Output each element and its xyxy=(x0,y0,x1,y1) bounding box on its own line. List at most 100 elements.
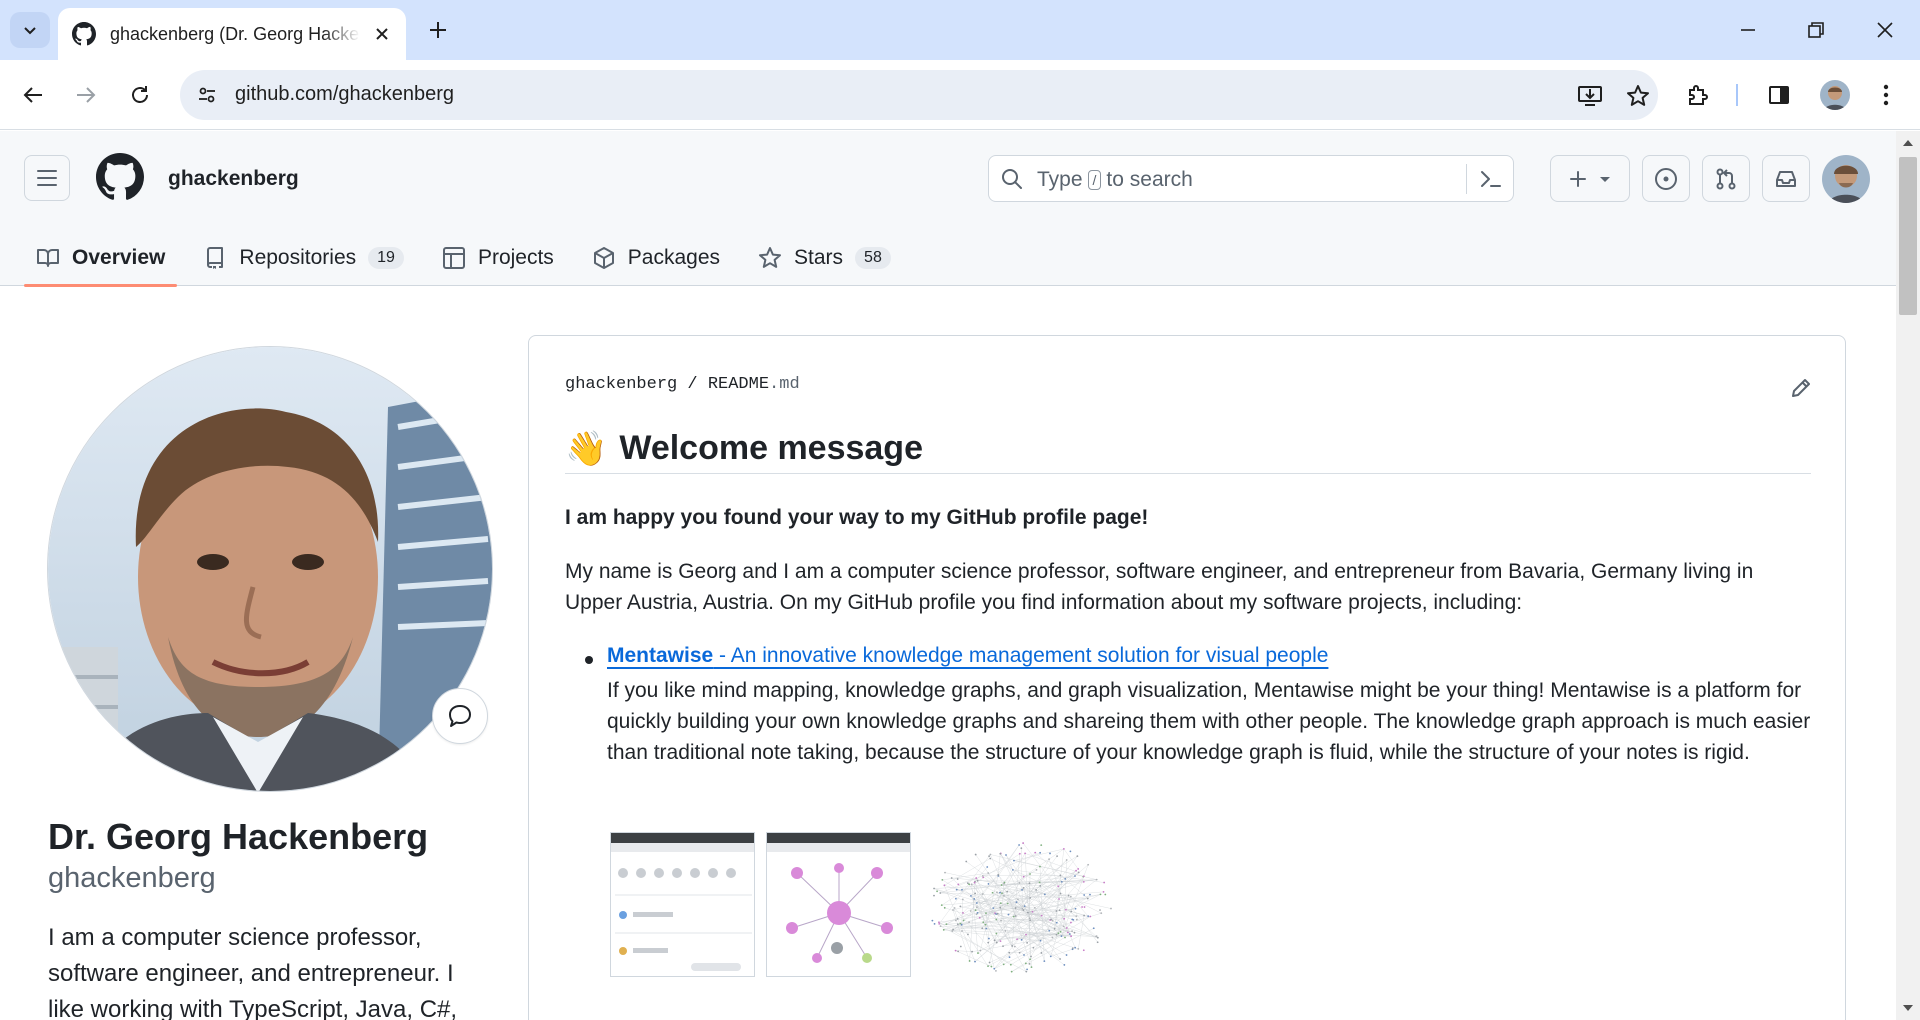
browser-toolbar: github.com/ghackenberg xyxy=(0,60,1920,130)
command-palette-icon[interactable] xyxy=(1479,167,1503,191)
scrollbar-thumb[interactable] xyxy=(1899,157,1917,315)
browser-tab-active[interactable]: ghackenberg (Dr. Georg Hackenberg) xyxy=(58,8,406,60)
back-button[interactable] xyxy=(13,75,53,115)
side-panel-icon xyxy=(1769,86,1789,104)
mentawise-link-title: Mentawise xyxy=(607,644,714,667)
repo-icon xyxy=(207,246,224,269)
profile-full-name: Dr. Georg Hackenberg xyxy=(48,816,429,857)
hamburger-icon xyxy=(37,170,57,186)
browser-tabstrip: ghackenberg (Dr. Georg Hackenberg) xyxy=(0,0,1920,60)
reload-icon xyxy=(132,86,148,103)
side-panel-button[interactable] xyxy=(1761,77,1797,113)
extensions-button[interactable] xyxy=(1680,77,1716,113)
tab-overview[interactable]: Overview xyxy=(24,229,178,287)
stars-count-badge: 58 xyxy=(855,246,891,269)
triangle-down-icon xyxy=(1600,176,1610,182)
profile-bio: I am a computer science professor, softw… xyxy=(48,924,458,1020)
address-bar[interactable]: github.com/ghackenberg xyxy=(180,70,1658,120)
readme-heading-text: Welcome message xyxy=(619,429,923,467)
forward-button[interactable] xyxy=(66,75,106,115)
readme-card: ghackenberg / README.md 👋 Welcome messag… xyxy=(528,335,1846,1020)
readme-intro-paragraph: My name is Georg and I am a computer sci… xyxy=(565,560,1754,614)
search-suffix: to search xyxy=(1106,168,1193,191)
search-shortcut-key: / xyxy=(1087,170,1102,190)
profile-avatar[interactable] xyxy=(47,346,493,792)
package-icon xyxy=(593,246,614,269)
arrow-right-icon xyxy=(77,87,96,103)
tab-repositories-label: Repositories xyxy=(239,245,357,269)
github-header: ghackenberg Type / to search Overview Re… xyxy=(0,131,1896,287)
set-status-button[interactable] xyxy=(432,688,488,744)
close-window-button[interactable] xyxy=(1862,10,1908,50)
create-new-button[interactable] xyxy=(1550,155,1630,202)
edit-readme-button[interactable] xyxy=(1785,372,1817,404)
tab-search-button[interactable] xyxy=(10,12,50,48)
mentawise-description: If you like mind mapping, knowledge grap… xyxy=(607,679,1811,764)
readme-filename: README xyxy=(707,375,770,394)
knowledge-graph-image xyxy=(931,842,1112,973)
site-info-button[interactable] xyxy=(190,78,224,112)
comment-icon xyxy=(449,705,471,727)
table-icon xyxy=(442,246,465,269)
star-icon xyxy=(759,246,782,268)
list-bullet xyxy=(585,656,593,664)
user-avatar[interactable] xyxy=(1822,155,1870,203)
tab-packages-label: Packages xyxy=(627,245,721,269)
install-app-button[interactable] xyxy=(1574,80,1606,112)
readme-owner-link[interactable]: ghackenberg xyxy=(565,375,677,394)
browser-tab-title: ghackenberg (Dr. Georg Hackenberg) xyxy=(110,23,360,44)
plus-icon xyxy=(1570,170,1586,187)
new-tab-button[interactable] xyxy=(420,12,456,48)
url-text: github.com/ghackenberg xyxy=(235,83,455,105)
mentawise-screenshot-1[interactable] xyxy=(610,832,755,977)
search-prefix: Type xyxy=(1037,168,1083,191)
waving-hand-icon: 👋 xyxy=(565,429,608,468)
pencil-icon xyxy=(1792,379,1810,397)
issues-button[interactable] xyxy=(1642,155,1690,202)
readme-file-ext: .md xyxy=(769,375,800,394)
inbox-button[interactable] xyxy=(1762,155,1810,202)
issue-opened-icon xyxy=(1655,167,1677,190)
chrome-menu-button[interactable] xyxy=(1868,77,1904,113)
search-icon xyxy=(1002,169,1022,189)
profile-login: ghackenberg xyxy=(48,862,216,894)
minimize-icon xyxy=(1741,29,1755,31)
arrow-left-icon xyxy=(23,87,42,103)
mentawise-screenshot-2[interactable] xyxy=(766,832,911,977)
plus-icon xyxy=(430,22,446,38)
minimize-button[interactable] xyxy=(1725,10,1771,50)
restore-icon xyxy=(1808,22,1824,38)
github-favicon-icon xyxy=(72,22,96,46)
tab-overview-label: Overview xyxy=(72,245,166,269)
pull-requests-button[interactable] xyxy=(1702,155,1750,202)
header-username-link[interactable]: ghackenberg xyxy=(168,167,299,191)
browser-profile-avatar[interactable] xyxy=(1820,80,1850,110)
tab-repositories[interactable]: Repositories 19 xyxy=(191,229,416,286)
profile-tabs: Overview Repositories 19 Projects Packag… xyxy=(24,229,917,287)
tab-packages[interactable]: Packages xyxy=(580,229,732,286)
mentawise-link[interactable]: Mentawise - An innovative knowledge mana… xyxy=(607,644,1328,668)
readme-path: ghackenberg / README.md xyxy=(565,375,800,394)
github-logo-icon[interactable] xyxy=(96,153,144,201)
search-input[interactable]: Type / to search xyxy=(988,155,1514,202)
mentawise-link-subtitle: - An innovative knowledge management sol… xyxy=(713,644,1329,667)
scroll-up-arrow-icon[interactable] xyxy=(1902,138,1914,148)
repositories-count-badge: 19 xyxy=(368,246,404,269)
restore-button[interactable] xyxy=(1793,10,1839,50)
tab-projects-label: Projects xyxy=(477,245,554,269)
close-tab-icon[interactable] xyxy=(370,22,394,46)
tab-stars[interactable]: Stars 58 xyxy=(746,229,903,286)
search-placeholder: Type / to search xyxy=(1037,168,1193,192)
bookmark-button[interactable] xyxy=(1622,80,1654,112)
tab-projects[interactable]: Projects xyxy=(430,229,566,286)
install-app-icon xyxy=(1578,86,1602,106)
toolbar-divider xyxy=(1736,84,1738,106)
close-icon xyxy=(1877,22,1893,38)
mentawise-graph-image[interactable] xyxy=(921,832,1121,982)
scroll-down-arrow-icon[interactable] xyxy=(1902,1003,1914,1013)
reload-button[interactable] xyxy=(120,75,160,115)
global-menu-button[interactable] xyxy=(24,155,70,201)
readme-path-separator: / xyxy=(687,375,698,394)
readme-intro-bold: I am happy you found your way to my GitH… xyxy=(565,506,1149,529)
tune-icon xyxy=(199,87,215,103)
